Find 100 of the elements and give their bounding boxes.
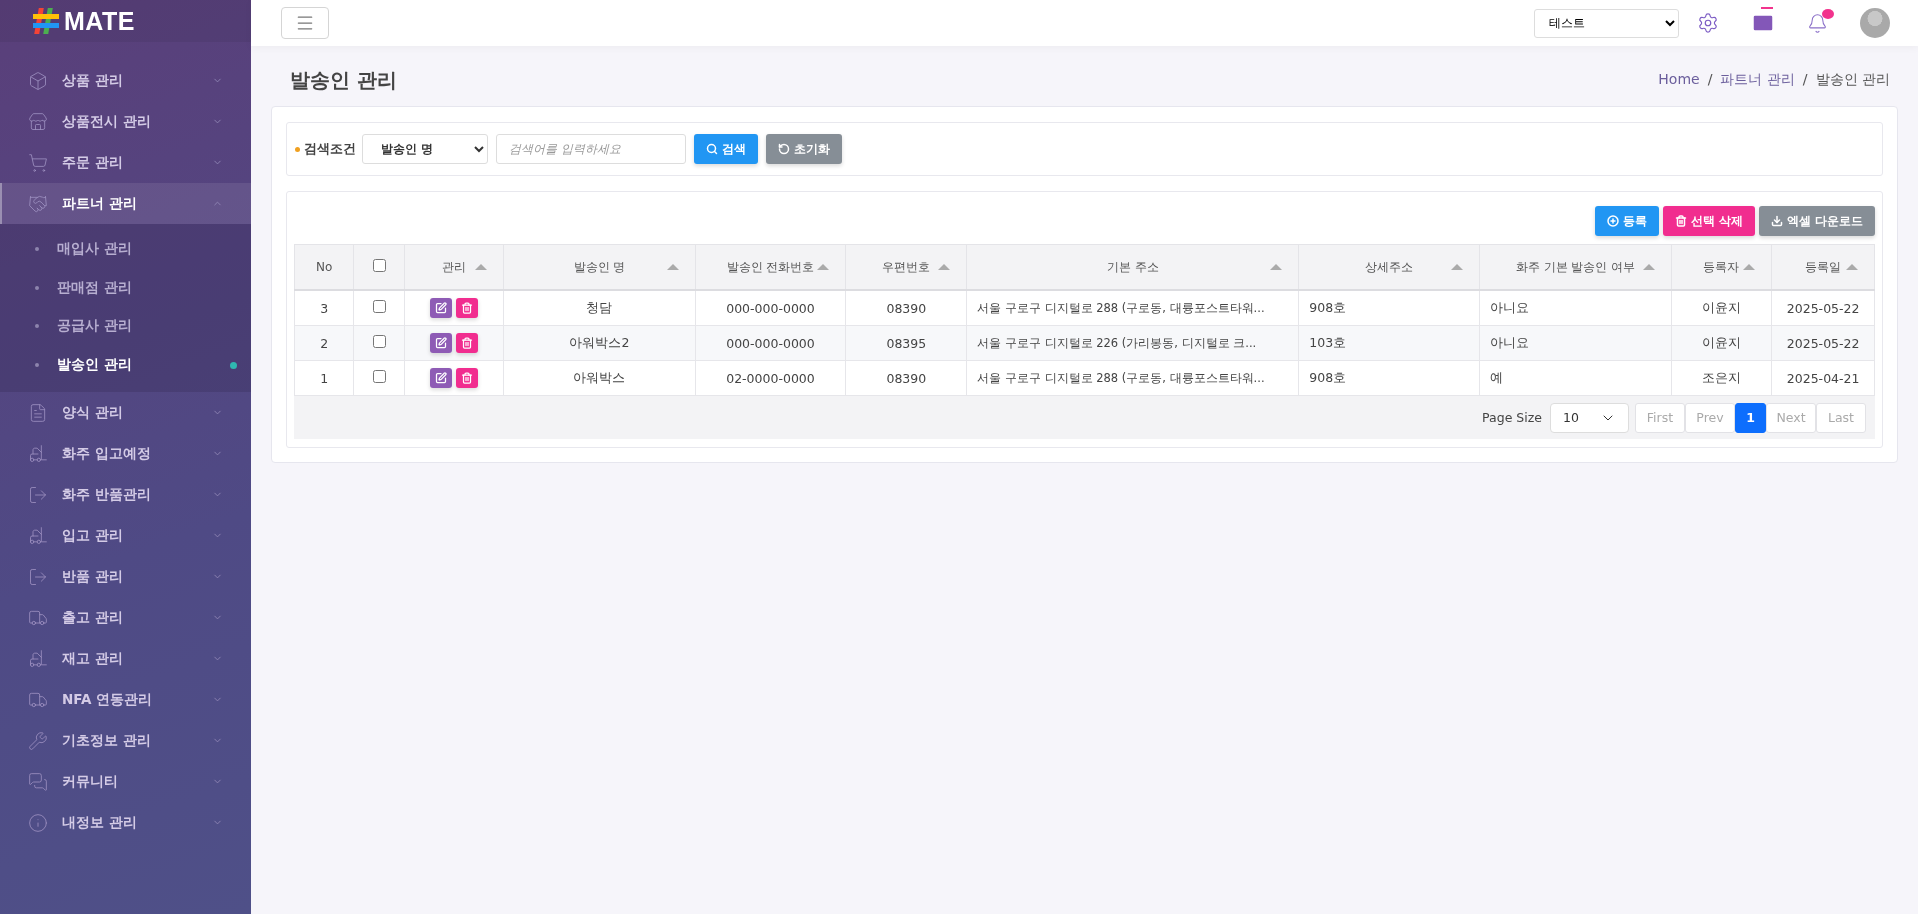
sidebar-item[interactable]: 내정보 관리 — [0, 802, 251, 844]
edit-button[interactable] — [430, 368, 452, 388]
delete-button[interactable] — [456, 298, 478, 318]
edit-button[interactable] — [430, 298, 452, 318]
table-cell: 08390 — [886, 370, 927, 386]
table-cell: 000-000-0000 — [726, 300, 815, 316]
column-header[interactable]: 등록자 — [1671, 244, 1772, 290]
search-label: 검색조건 — [304, 140, 356, 158]
sidebar-item[interactable]: 화주 반품관리 — [0, 474, 251, 516]
table-cell: 000-000-0000 — [726, 335, 815, 351]
search-button[interactable]: 검색 — [694, 134, 758, 164]
mail-indicator — [1761, 7, 1773, 9]
sort-icon[interactable] — [475, 264, 488, 270]
row-checkbox[interactable] — [372, 335, 386, 348]
sidebar-item[interactable]: 커뮤니티 — [0, 761, 251, 803]
table-cell: 서울 구로구 디지털로 288 (구로동, 대륭포스트타워... — [977, 300, 1265, 315]
edit-icon — [435, 302, 447, 314]
submenu-item[interactable]: 판매점 관리 — [0, 268, 251, 308]
sort-icon[interactable] — [1642, 264, 1655, 270]
table-cell: 103호 — [1309, 334, 1347, 350]
excel-download-button[interactable]: 엑셀 다운로드 — [1758, 206, 1875, 236]
bell-icon[interactable] — [1807, 12, 1828, 34]
delete-selected-button[interactable]: 선택 삭제 — [1662, 206, 1755, 236]
page-size-label: Page Size — [1482, 410, 1542, 425]
wrench-icon — [28, 730, 48, 751]
reset-button[interactable]: 초기화 — [766, 134, 842, 164]
sort-icon[interactable] — [817, 264, 830, 270]
logo-icon — [32, 7, 60, 35]
sidebar-item[interactable]: 양식 관리 — [0, 392, 251, 434]
sort-icon[interactable] — [1451, 264, 1464, 270]
breadcrumb-link[interactable]: 파트너 관리 — [1720, 71, 1795, 89]
search-field-select[interactable]: 발송인 명 — [362, 134, 488, 164]
row-checkbox[interactable] — [372, 370, 386, 383]
column-header[interactable]: 화주 기본 발송인 여부 — [1479, 244, 1672, 290]
column-header[interactable]: 우편번호 — [845, 244, 967, 290]
forklift-icon — [28, 525, 48, 546]
column-header[interactable]: 등록일 — [1771, 244, 1875, 290]
sort-icon[interactable] — [1270, 264, 1283, 270]
submenu-item[interactable]: 매입사 관리 — [0, 230, 251, 269]
document-icon — [28, 402, 48, 423]
submenu-item[interactable]: 발송인 관리 — [0, 345, 251, 385]
edit-button[interactable] — [430, 333, 452, 353]
sidebar-item[interactable]: 반품 관리 — [0, 556, 251, 598]
sort-icon[interactable] — [1846, 264, 1858, 270]
menu-button[interactable] — [281, 7, 329, 39]
company-select[interactable]: 테스트 — [1534, 8, 1679, 38]
notification-dot — [1822, 8, 1834, 19]
sidebar-item[interactable]: 기초정보 관리 — [0, 720, 251, 762]
sidebar-item[interactable]: 출고 관리 — [0, 597, 251, 639]
box-icon — [28, 70, 48, 91]
sidebar-item[interactable]: 재고 관리 — [0, 638, 251, 680]
page-size-select[interactable]: 10 — [1550, 402, 1629, 433]
breadcrumb-link[interactable]: Home — [1658, 71, 1700, 89]
store-icon — [28, 111, 48, 132]
add-button[interactable]: 등록 — [1594, 206, 1659, 236]
chat-icon — [28, 771, 48, 792]
sidebar-item[interactable]: 입고 관리 — [0, 515, 251, 557]
table-cell: 2 — [320, 335, 329, 351]
column-header[interactable]: 상세주소 — [1298, 244, 1480, 290]
column-header[interactable]: 관리 — [404, 244, 504, 290]
row-checkbox[interactable] — [372, 300, 386, 313]
forklift-icon — [28, 648, 48, 669]
column-header[interactable]: 발송인 전화번호 — [695, 244, 846, 290]
sidebar-item[interactable]: 파트너 관리 — [0, 183, 251, 224]
sidebar-item[interactable]: 주문 관리 — [0, 142, 251, 183]
sort-icon[interactable] — [1743, 264, 1756, 270]
edit-icon — [435, 372, 447, 384]
delete-button[interactable] — [456, 368, 478, 388]
download-icon — [1770, 215, 1783, 227]
settings-icon[interactable] — [1697, 12, 1719, 34]
column-header[interactable]: 기본 주소 — [966, 244, 1299, 290]
table-cell: 아니요 — [1490, 334, 1530, 350]
table-cell: 02-0000-0000 — [726, 370, 815, 386]
avatar[interactable] — [1860, 8, 1890, 38]
sidebar-item[interactable]: 상품 관리 — [0, 60, 251, 101]
sidebar-item[interactable]: 화주 입고예정 — [0, 433, 251, 475]
edit-icon — [435, 337, 447, 349]
sort-icon[interactable] — [938, 264, 951, 270]
table-cell: 08395 — [886, 335, 927, 351]
page-button[interactable]: 1 — [1735, 402, 1766, 433]
breadcrumb-link[interactable]: 발송인 관리 — [1815, 71, 1890, 89]
search-field[interactable]: 검색어를 입력하세요 — [496, 134, 686, 164]
submenu-item[interactable]: 공급사 관리 — [0, 307, 251, 346]
delete-button[interactable] — [456, 333, 478, 353]
trash-icon — [461, 302, 473, 314]
reset-icon — [778, 143, 790, 155]
sort-icon[interactable] — [666, 264, 679, 270]
table-cell: 3 — [320, 300, 329, 316]
sidebar-item[interactable]: 상품전시 관리 — [0, 101, 251, 142]
table-cell: 2025-05-22 — [1786, 335, 1860, 351]
column-header[interactable]: 발송인 명 — [503, 244, 695, 290]
info-icon — [28, 812, 48, 833]
table-cell: 이윤지 — [1701, 299, 1741, 315]
column-header[interactable]: No — [294, 244, 354, 290]
forklift-icon — [28, 443, 48, 464]
table-cell: 조은지 — [1701, 369, 1741, 385]
handshake-icon — [28, 193, 48, 214]
plus-circle-icon — [1606, 215, 1619, 227]
sidebar-item[interactable]: NFA 연동관리 — [0, 679, 251, 721]
select-all-checkbox[interactable] — [372, 259, 386, 272]
